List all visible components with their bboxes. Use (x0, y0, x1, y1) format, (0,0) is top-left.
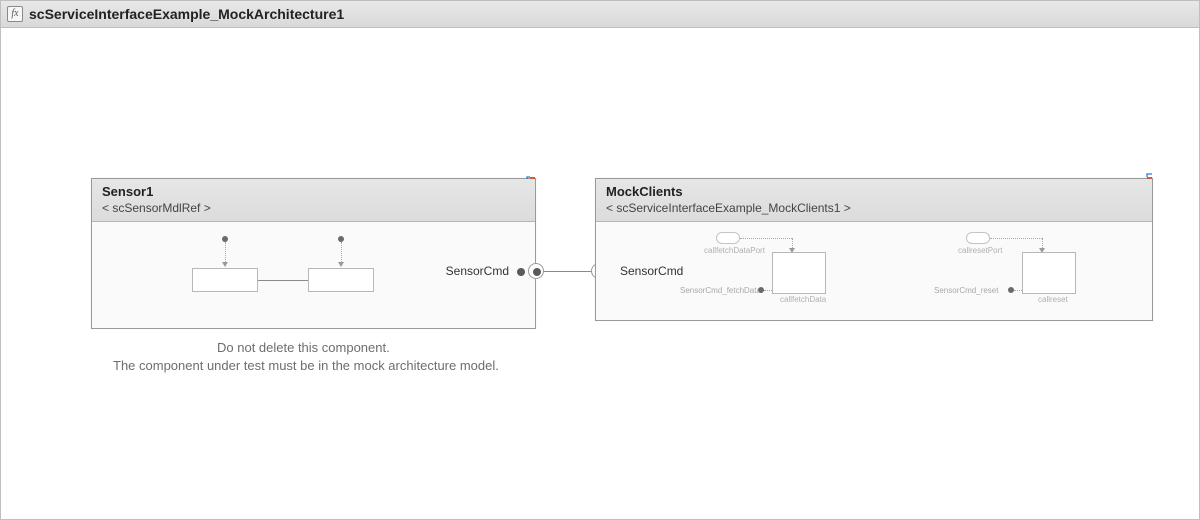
fx-icon: fx (7, 6, 23, 22)
subblock-callreset (1022, 252, 1076, 294)
model-window: fx scServiceInterfaceExample_MockArchite… (0, 0, 1200, 520)
component-body: SensorCmd (92, 222, 535, 328)
titlebar: fx scServiceInterfaceExample_MockArchite… (1, 1, 1199, 28)
port-label-sensorcmd-in: SensorCmd (620, 264, 683, 278)
component-sensor1[interactable]: Sensor1 < scSensorMdlRef > SensorCmd (91, 178, 536, 329)
diagram-wire (740, 238, 792, 239)
diagram-wire (341, 242, 342, 264)
caller-block-icon (716, 232, 740, 244)
component-ref: < scServiceInterfaceExample_MockClients1… (606, 201, 1142, 215)
component-mockclients[interactable]: MockClients < scServiceInterfaceExample_… (595, 178, 1153, 321)
subblock (308, 268, 374, 292)
arrow-down-icon (338, 262, 344, 267)
caller-block-icon (966, 232, 990, 244)
port-label-sensorcmd-out: SensorCmd (446, 264, 509, 278)
arrow-down-icon (222, 262, 228, 267)
caption-line1: Do not delete this component. (217, 340, 390, 355)
component-header: Sensor1 < scSensorMdlRef > (92, 179, 535, 222)
diagram-canvas[interactable]: Sensor1 < scSensorMdlRef > SensorCmd (1, 28, 1199, 519)
diagram-wire (258, 280, 308, 281)
diagram-wire (225, 242, 226, 264)
label-callresetport: callresetPort (958, 246, 1002, 255)
component-ref: < scSensorMdlRef > (102, 201, 525, 215)
component-name: Sensor1 (102, 184, 525, 199)
subblock (192, 268, 258, 292)
component-body: SensorCmd callfetchDataPort callfetchDat… (596, 222, 1152, 320)
component-header: MockClients < scServiceInterfaceExample_… (596, 179, 1152, 222)
port-provided-icon[interactable] (528, 263, 544, 279)
port-sensorcmd-out[interactable] (517, 268, 525, 276)
label-sensorcmd-fetchdata: SensorCmd_fetchData (680, 286, 761, 295)
window-title: scServiceInterfaceExample_MockArchitectu… (29, 6, 344, 22)
caption-line2: The component under test must be in the … (113, 358, 499, 373)
subblock-callfetchdata (772, 252, 826, 294)
port-dot-icon (533, 268, 541, 276)
diagram-wire (764, 290, 772, 291)
label-callfetchdata: callfetchData (780, 295, 826, 304)
label-callreset: callreset (1038, 295, 1068, 304)
label-sensorcmd-reset: SensorCmd_reset (934, 286, 998, 295)
component-name: MockClients (606, 184, 1142, 199)
diagram-wire (1014, 290, 1022, 291)
connector-sensorcmd[interactable] (544, 271, 591, 272)
diagram-wire (990, 238, 1042, 239)
label-callfetchdataport: callfetchDataPort (704, 246, 765, 255)
